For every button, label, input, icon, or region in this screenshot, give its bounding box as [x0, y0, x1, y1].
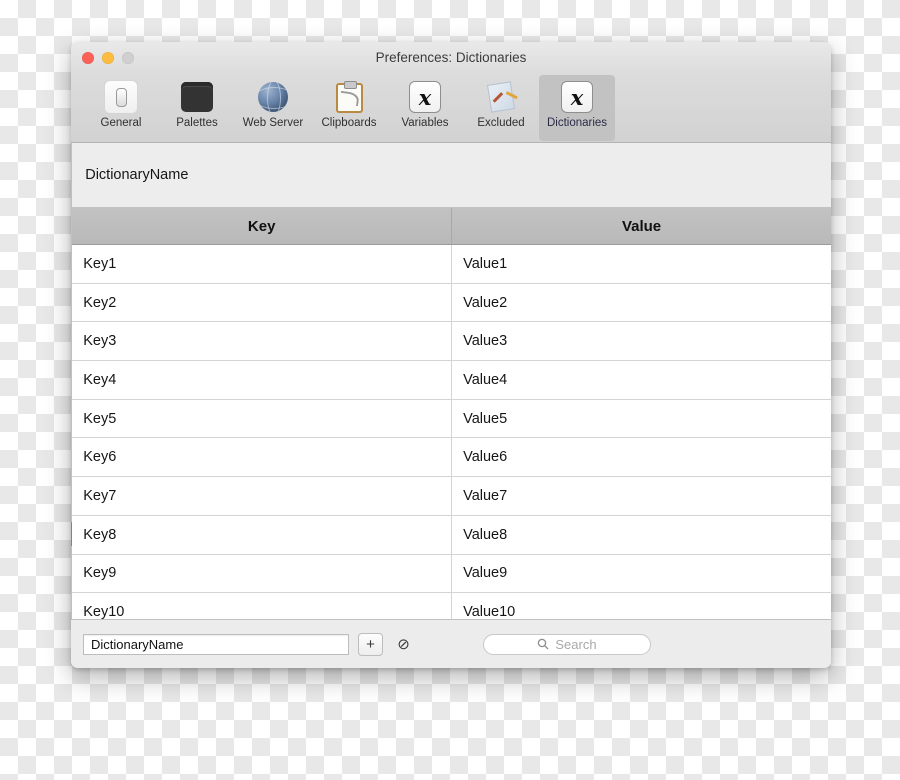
list-item[interactable]: x — [71, 167, 72, 191]
prohibition-icon: ⊘ — [397, 635, 410, 653]
table-row[interactable]: Key7 Value7 — [72, 476, 831, 516]
list-item[interactable]: x — [71, 356, 72, 380]
table-row[interactable]: Key4 Value4 — [72, 360, 831, 400]
preferences-window: Preferences: Dictionaries General Palett… — [71, 42, 831, 668]
cell-key[interactable]: Key3 — [72, 321, 453, 362]
toolbar-item-clipboards[interactable]: Clipboards — [311, 75, 387, 141]
list-item[interactable]: x — [71, 143, 72, 167]
search-input[interactable]: Search — [483, 633, 651, 655]
list-item[interactable]: x — [71, 451, 72, 475]
list-item[interactable]: x — [71, 333, 72, 357]
cell-value[interactable]: Value9 — [451, 554, 831, 594]
italic-x-icon: x — [409, 79, 441, 115]
key-value-table-body: Key1 Value1 Key2 Value2 Key3 Value3 Key4 Value4… — [72, 244, 831, 632]
window-titlebar: Preferences: Dictionaries — [71, 42, 831, 75]
cell-key[interactable]: Key2 — [72, 283, 453, 323]
dictionary-list[interactable]: xxxxxxxxxxxxxxxxxDictionaryNamexxx — [71, 143, 73, 619]
paper-tools-icon — [486, 79, 516, 115]
list-item[interactable]: x — [71, 309, 72, 333]
search-icon — [538, 638, 549, 650]
list-item[interactable]: x — [71, 261, 72, 285]
table-row[interactable]: Key9 Value9 — [72, 554, 831, 594]
cell-key[interactable]: Key5 — [72, 399, 453, 439]
cell-key[interactable]: Key8 — [72, 515, 453, 555]
toolbar-item-web-server-label: Web Server — [242, 117, 304, 129]
dictionary-name-input[interactable]: DictionaryName — [83, 633, 349, 655]
window-title: Preferences: Dictionaries — [375, 50, 527, 65]
cell-key[interactable]: Key7 — [72, 476, 453, 516]
plus-icon: + — [366, 635, 375, 653]
toolbar-item-excluded-label: Excluded — [477, 117, 525, 129]
preferences-content: xxxxxxxxxxxxxxxxxDictionaryNamexxx Dicti… — [71, 143, 831, 632]
toolbar-item-variables-label: Variables — [401, 117, 449, 129]
table-row[interactable]: Key2 Value2 — [72, 283, 831, 323]
delete-dictionary-button[interactable]: ⊘ — [392, 634, 415, 655]
list-item[interactable]: x — [71, 475, 72, 499]
list-item[interactable]: x — [71, 285, 72, 309]
cell-value[interactable]: Value2 — [451, 283, 831, 323]
preferences-toolbar: General Palettes Web Server Clipboards x… — [71, 75, 831, 143]
toolbar-item-variables[interactable]: x Variables — [387, 75, 463, 141]
list-item[interactable]: x — [71, 238, 72, 262]
cell-value[interactable]: Value4 — [451, 360, 831, 400]
dark-panel-icon — [181, 79, 213, 115]
list-item[interactable]: x — [71, 214, 72, 238]
toolbar-item-palettes[interactable]: Palettes — [159, 75, 235, 141]
key-value-table: Key Value Key1 Value1 Key2 Value2 Key3 Value3… — [72, 208, 831, 632]
cell-value[interactable]: Value3 — [451, 321, 831, 362]
table-row[interactable]: Key6 Value6 — [72, 437, 831, 478]
toolbar-item-palettes-label: Palettes — [176, 117, 218, 129]
toolbar-item-general-label: General — [100, 117, 142, 129]
cell-value[interactable]: Value8 — [451, 515, 831, 555]
table-row[interactable]: Key8 Value8 — [72, 515, 831, 555]
list-item[interactable]: x — [71, 569, 72, 593]
list-item[interactable]: x — [71, 546, 72, 570]
italic-x-icon: x — [561, 79, 593, 115]
search-placeholder: Search — [555, 636, 597, 652]
list-item[interactable]: x — [71, 380, 72, 404]
list-item[interactable]: xDictionaryName — [71, 522, 72, 546]
table-row[interactable]: Key5 Value5 — [72, 399, 831, 439]
key-value-table-head: Key Value — [72, 208, 831, 245]
dictionary-name-input-value: DictionaryName — [91, 636, 184, 652]
cell-key[interactable]: Key4 — [72, 360, 453, 400]
toolbar-item-dictionaries[interactable]: x Dictionaries — [539, 75, 615, 141]
table-header-row: Key Value — [72, 208, 831, 245]
cell-value[interactable]: Value7 — [451, 476, 831, 516]
bottom-toolbar: DictionaryName + ⊘ Search — [71, 619, 831, 668]
cell-key[interactable]: Key9 — [72, 554, 453, 594]
list-item[interactable]: x — [71, 498, 72, 522]
cell-value[interactable]: Value6 — [451, 437, 831, 478]
globe-icon — [258, 79, 288, 115]
dictionary-name-header: DictionaryName — [72, 143, 831, 208]
table-row[interactable]: Key3 Value3 — [72, 321, 831, 362]
add-dictionary-button[interactable]: + — [358, 632, 383, 656]
cell-key[interactable]: Key1 — [72, 244, 453, 284]
toolbar-item-web-server[interactable]: Web Server — [235, 75, 311, 141]
cell-value[interactable]: Value5 — [451, 399, 831, 439]
column-header-value[interactable]: Value — [451, 208, 831, 245]
column-header-key[interactable]: Key — [72, 208, 453, 245]
toolbar-item-dictionaries-label: Dictionaries — [546, 117, 608, 129]
clipboard-icon — [335, 79, 363, 115]
toolbar-item-excluded[interactable]: Excluded — [463, 75, 539, 141]
toolbar-item-general[interactable]: General — [83, 75, 159, 141]
toolbar-item-clipboards-label: Clipboards — [321, 117, 377, 129]
list-item[interactable]: x — [71, 404, 72, 428]
list-item[interactable]: x — [71, 427, 72, 451]
cell-value[interactable]: Value1 — [451, 244, 831, 284]
dictionary-detail-pane: DictionaryName Key Value Key1 Value1 Key2 V… — [72, 143, 831, 632]
table-row[interactable]: Key1 Value1 — [72, 244, 831, 284]
list-item[interactable]: x — [71, 190, 72, 214]
toggle-switch-icon — [104, 79, 138, 115]
cell-key[interactable]: Key6 — [72, 437, 453, 478]
list-item[interactable]: x — [71, 593, 72, 617]
